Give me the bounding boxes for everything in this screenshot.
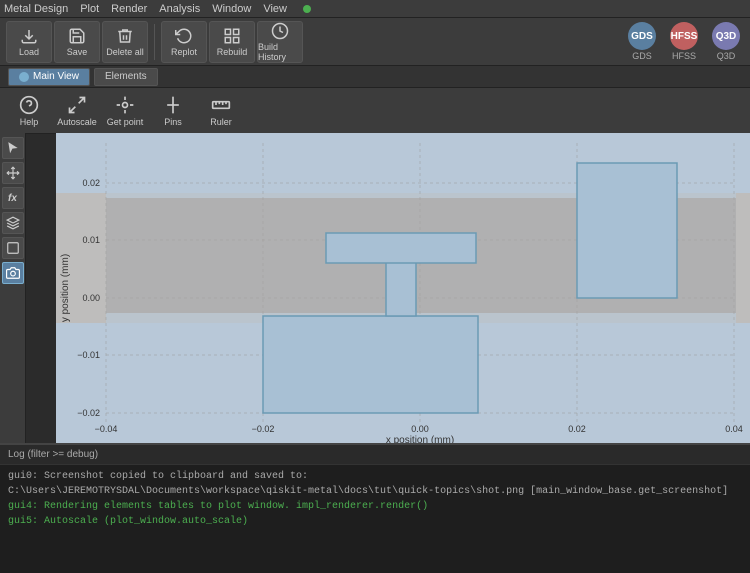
menu-plot[interactable]: Plot (80, 3, 99, 15)
gds-circle: GDS (628, 22, 656, 50)
log-header-text: Log (filter >= debug) (8, 449, 98, 460)
hfss-button[interactable]: HFSS HFSS (666, 22, 702, 61)
svg-text:−0.04: −0.04 (95, 424, 118, 434)
tab-main-view-label: Main View (33, 71, 79, 82)
layers-tool[interactable] (2, 212, 24, 234)
pins-label: Pins (164, 117, 182, 127)
autoscale-label: Autoscale (57, 117, 97, 127)
menu-analysis[interactable]: Analysis (159, 3, 200, 15)
help-button[interactable]: Help (6, 91, 52, 131)
log-line-2: C:\Users\JEREMOTRYSDAL\Documents\workspa… (8, 484, 742, 499)
build-history-button[interactable]: Build History (257, 21, 303, 63)
menu-window[interactable]: Window (212, 3, 251, 15)
menu-view[interactable]: View (263, 3, 287, 15)
replot-button[interactable]: Replot (161, 21, 207, 63)
log-header: Log (filter >= debug) (0, 445, 750, 465)
tab-elements-label: Elements (105, 71, 147, 82)
replot-label: Replot (171, 47, 197, 57)
shape-tool[interactable] (2, 237, 24, 259)
ruler-label: Ruler (210, 117, 232, 127)
hfss-circle: HFSS (670, 22, 698, 50)
svg-text:0.02: 0.02 (82, 178, 100, 188)
save-label: Save (67, 47, 88, 57)
svg-text:0.04: 0.04 (725, 424, 743, 434)
tab-elements[interactable]: Elements (94, 68, 158, 86)
eda-tools: GDS GDS HFSS HFSS Q3D Q3D (624, 22, 744, 61)
rebuild-label: Rebuild (217, 47, 248, 57)
plot-canvas[interactable]: 0.02 0.01 0.00 −0.01 −0.02 −0.04 −0.02 0… (56, 133, 750, 443)
q3d-circle: Q3D (712, 22, 740, 50)
tabbar: Main View Elements (0, 66, 750, 88)
svg-text:−0.02: −0.02 (77, 408, 100, 418)
ruler-button[interactable]: Ruler (198, 91, 244, 131)
tab-main-view-icon (19, 72, 29, 82)
gds-button[interactable]: GDS GDS (624, 22, 660, 61)
menubar: Metal Design Plot Render Analysis Window… (0, 0, 750, 18)
cursor-tool[interactable] (2, 137, 24, 159)
tab-main-view[interactable]: Main View (8, 68, 90, 86)
left-sidebar: fx (0, 133, 26, 443)
gds-label: GDS (632, 51, 652, 61)
q3d-button[interactable]: Q3D Q3D (708, 22, 744, 61)
menu-render[interactable]: Render (111, 3, 147, 15)
main-toolbar: Load Save Delete all Replot Rebuild Buil… (0, 18, 750, 66)
active-indicator (303, 5, 311, 13)
delete-all-label: Delete all (106, 47, 144, 57)
autoscale-button[interactable]: Autoscale (54, 91, 100, 131)
move-tool[interactable] (2, 162, 24, 184)
svg-text:y position (mm): y position (mm) (60, 254, 71, 322)
save-button[interactable]: Save (54, 21, 100, 63)
toolbar-separator-1 (154, 24, 155, 60)
hfss-label: HFSS (672, 51, 696, 61)
load-button[interactable]: Load (6, 21, 52, 63)
svg-text:0.00: 0.00 (82, 293, 100, 303)
log-panel: Log (filter >= debug) gui0: Screenshot c… (0, 443, 750, 573)
get-point-label: Get point (107, 117, 144, 127)
log-line-3: gui4: Rendering elements tables to plot … (8, 499, 742, 514)
camera-tool[interactable] (2, 262, 24, 284)
svg-text:−0.02: −0.02 (252, 424, 275, 434)
get-point-button[interactable]: Get point (102, 91, 148, 131)
q3d-label: Q3D (717, 51, 736, 61)
build-history-label: Build History (258, 42, 302, 62)
pins-button[interactable]: Pins (150, 91, 196, 131)
svg-text:0.02: 0.02 (568, 424, 586, 434)
fx-tool[interactable]: fx (2, 187, 24, 209)
load-label: Load (19, 47, 39, 57)
log-content[interactable]: gui0: Screenshot copied to clipboard and… (0, 465, 750, 573)
svg-text:0.00: 0.00 (411, 424, 429, 434)
delete-all-button[interactable]: Delete all (102, 21, 148, 63)
log-line-1: gui0: Screenshot copied to clipboard and… (8, 469, 742, 484)
rebuild-button[interactable]: Rebuild (209, 21, 255, 63)
log-line-4: gui5: Autoscale (plot_window.auto_scale) (8, 514, 742, 529)
svg-text:x position (mm): x position (mm) (386, 435, 454, 443)
menu-metal-design[interactable]: Metal Design (4, 3, 68, 15)
help-label: Help (20, 117, 39, 127)
svg-text:0.01: 0.01 (82, 235, 100, 245)
svg-text:−0.01: −0.01 (77, 350, 100, 360)
toolbar2: Help Autoscale Get point Pins Ruler (0, 88, 750, 134)
